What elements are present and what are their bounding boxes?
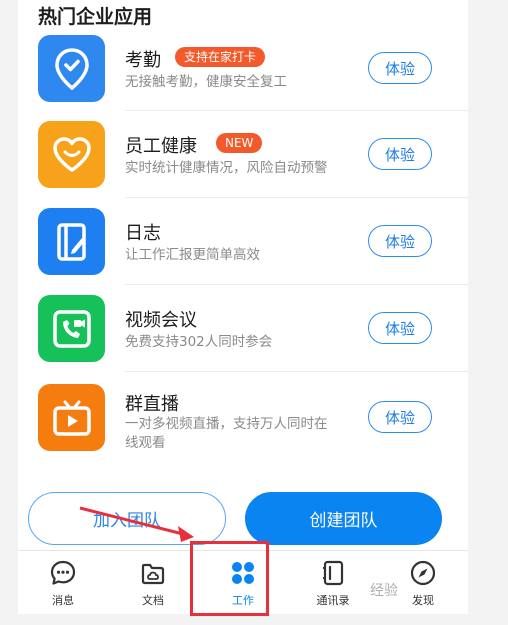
compass-icon [410, 560, 436, 586]
app-desc: 让工作汇报更简单高效 [125, 247, 260, 263]
tab-messages[interactable]: 消息 [18, 551, 108, 614]
app-item-log[interactable]: 日志 让工作汇报更简单高效 体验 [18, 201, 468, 288]
app-badge: NEW [216, 133, 263, 153]
try-button[interactable]: 体验 [368, 225, 432, 257]
app-item-attendance[interactable]: 考勤 支持在家打卡 无接触考勤，健康安全复工 体验 [18, 28, 468, 115]
app-desc: 免费支持302人同时参会 [125, 334, 273, 350]
app-badge: 支持在家打卡 [175, 47, 266, 67]
app-item-employee-health[interactable]: 员工健康 NEW 实时统计健康情况，风险自动预警 体验 [18, 114, 468, 201]
app-item-group-live[interactable]: 群直播 一对多视频直播，支持万人同时在 线观看 体验 [18, 375, 468, 462]
join-team-button[interactable]: 加入团队 [28, 492, 226, 545]
create-team-button[interactable]: 创建团队 [245, 492, 442, 545]
app-name: 考勤 [125, 50, 161, 71]
app-desc-line-1: 一对多视频直播，支持万人同时在 [125, 416, 328, 432]
notebook-pen-icon [38, 208, 105, 275]
divider [125, 110, 468, 111]
chat-bubble-icon [50, 560, 76, 585]
tab-label: 通讯录 [316, 594, 350, 607]
app-name: 员工健康 [125, 136, 197, 157]
location-check-icon [38, 35, 105, 102]
tab-documents[interactable]: 文档 [108, 551, 198, 614]
divider [125, 284, 468, 285]
highlight-box [190, 541, 269, 616]
app-desc: 实时统计健康情况，风险自动预警 [125, 160, 328, 176]
phone-screen: 热门企业应用 考勤 支持在家打卡 无接触考勤，健康安全复工 体验 员工健康 NE… [18, 0, 468, 614]
watermark: 经验 [370, 583, 398, 599]
tab-contacts[interactable]: 通讯录 [288, 551, 378, 614]
app-name: 日志 [125, 223, 161, 244]
try-button[interactable]: 体验 [368, 401, 432, 433]
divider [125, 197, 468, 198]
section-title: 热门企业应用 [38, 6, 153, 28]
try-button[interactable]: 体验 [368, 52, 432, 84]
try-button[interactable]: 体验 [368, 138, 432, 170]
tab-label: 消息 [52, 594, 74, 607]
try-button[interactable]: 体验 [368, 312, 432, 344]
video-phone-icon [38, 295, 105, 362]
app-desc: 无接触考勤，健康安全复工 [125, 74, 287, 90]
tab-label: 文档 [142, 594, 164, 607]
cloud-folder-icon [141, 563, 165, 585]
app-name: 群直播 [125, 394, 179, 415]
app-name: 视频会议 [125, 310, 197, 331]
divider [125, 371, 468, 372]
tv-play-icon [38, 384, 105, 451]
heart-icon [38, 121, 105, 188]
app-item-video-meeting[interactable]: 视频会议 免费支持302人同时参会 体验 [18, 288, 468, 375]
app-desc-line-2: 线观看 [125, 435, 166, 451]
contact-book-icon [323, 560, 344, 586]
